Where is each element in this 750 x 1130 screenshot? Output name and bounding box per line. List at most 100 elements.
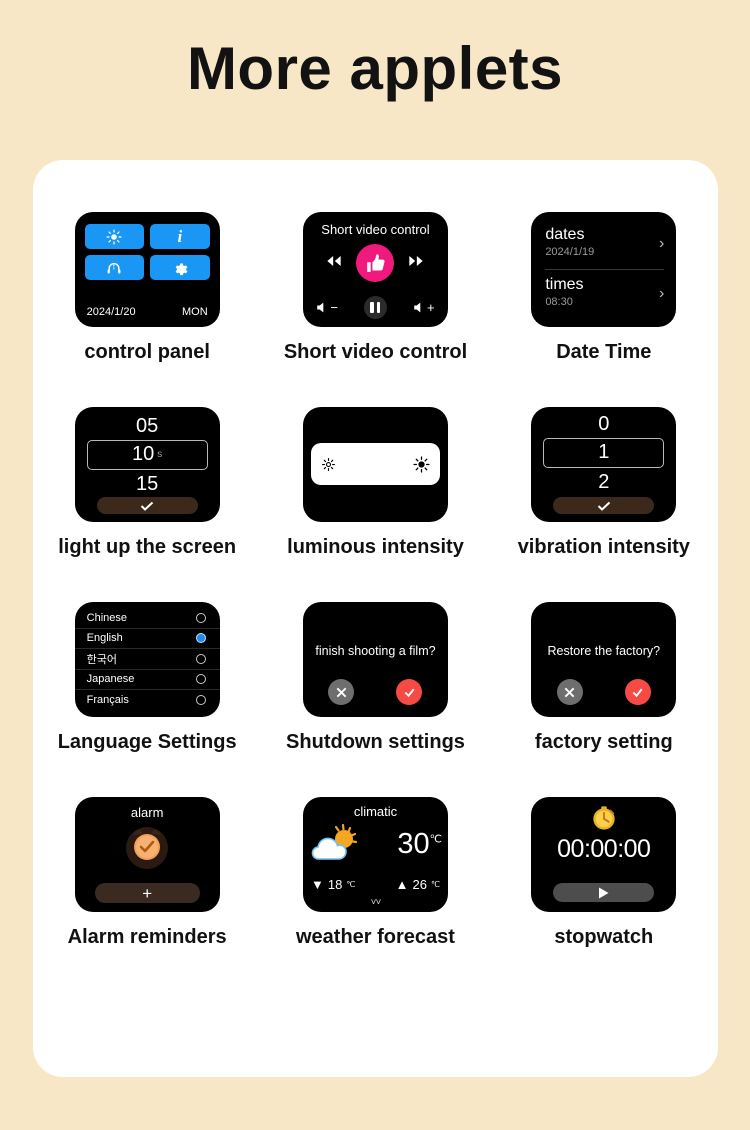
applet-shutdown-settings[interactable]: finish shooting a film? Shutdown setting… bbox=[261, 602, 489, 797]
applet-alarm-reminders[interactable]: alarm + Alarm reminders bbox=[33, 797, 261, 992]
confirm-button[interactable] bbox=[396, 679, 423, 705]
confirm-button[interactable] bbox=[96, 497, 198, 514]
short-video-bottom-controls: − + bbox=[303, 296, 448, 319]
picker-unit: s bbox=[157, 449, 163, 461]
duration-picker[interactable]: 05 10 s 15 bbox=[75, 407, 220, 522]
factory-actions bbox=[531, 679, 676, 705]
check-icon bbox=[597, 501, 610, 511]
shutdown-settings-screen[interactable]: finish shooting a film? bbox=[302, 602, 448, 717]
weather-low-value: 18 bbox=[327, 877, 343, 892]
applet-stopwatch[interactable]: 00:00:00 stopwatch bbox=[490, 797, 718, 992]
applet-vibration-intensity[interactable]: 0 1 2 vibration intensity bbox=[490, 407, 718, 602]
brightness-low-icon bbox=[321, 457, 335, 471]
control-panel-date: 2024/1/20 bbox=[86, 306, 136, 318]
chevron-right-icon: › bbox=[658, 235, 665, 252]
factory-setting-screen[interactable]: Restore the factory? bbox=[531, 602, 677, 717]
language-option-chinese[interactable]: Chinese bbox=[74, 608, 220, 629]
stopwatch-screen[interactable]: 00:00:00 bbox=[531, 797, 677, 912]
weather-screen[interactable]: climatic 30℃ ▼ 18 ℃ ▲ 26 ℃ ˅˅ bbox=[302, 797, 448, 912]
close-icon bbox=[336, 687, 347, 697]
weather-range: ▼ 18 ℃ ▲ 26 ℃ bbox=[311, 877, 440, 892]
applet-caption: control panel bbox=[84, 341, 210, 363]
applet-factory-setting[interactable]: Restore the factory? factory setting bbox=[490, 602, 718, 797]
language-option-french[interactable]: Français bbox=[75, 690, 220, 711]
control-panel-footer: 2024/1/20 MON bbox=[87, 306, 208, 318]
weather-current-temp: 30℃ bbox=[397, 828, 442, 861]
bluetooth-headphones-icon[interactable] bbox=[84, 255, 145, 280]
confirm-button[interactable] bbox=[624, 679, 651, 705]
short-video-screen[interactable]: Short video control − + bbox=[302, 212, 448, 327]
language-option-korean[interactable]: 한국어 bbox=[74, 649, 220, 670]
radio-icon[interactable] bbox=[195, 674, 206, 685]
weather-high: ▲ 26 ℃ bbox=[395, 877, 440, 892]
applet-control-panel[interactable]: i 2024/1/20 MON control panel bbox=[33, 212, 261, 407]
stopwatch-start-button[interactable] bbox=[553, 883, 655, 902]
applet-caption: weather forecast bbox=[296, 926, 455, 948]
cancel-button[interactable] bbox=[556, 679, 583, 705]
radio-icon-selected[interactable] bbox=[195, 633, 206, 644]
light-up-screen[interactable]: 05 10 s 15 bbox=[74, 407, 220, 522]
radio-icon[interactable] bbox=[195, 695, 206, 706]
info-glyph: i bbox=[177, 226, 183, 246]
control-panel-screen[interactable]: i 2024/1/20 MON bbox=[74, 212, 220, 327]
date-time-screen[interactable]: dates 2024/1/19 › times 08:30 › bbox=[531, 212, 677, 327]
date-time-row-times[interactable]: times 08:30 › bbox=[545, 276, 666, 308]
picker-option[interactable]: 05 bbox=[75, 415, 220, 438]
vibration-picker[interactable]: 0 1 2 bbox=[531, 407, 676, 522]
weather-title: climatic bbox=[353, 804, 398, 819]
radio-icon[interactable] bbox=[195, 653, 206, 664]
close-icon bbox=[564, 687, 575, 697]
language-option-japanese[interactable]: Japanese bbox=[74, 670, 220, 690]
cancel-button[interactable] bbox=[328, 679, 355, 705]
applet-caption: factory setting bbox=[534, 731, 673, 753]
volume-up-icon[interactable]: + bbox=[413, 300, 435, 315]
applet-caption: Language Settings bbox=[57, 731, 237, 753]
chevron-double-down-icon[interactable]: ˅˅ bbox=[303, 897, 448, 908]
check-icon bbox=[140, 501, 154, 511]
applet-short-video-control[interactable]: Short video control − + Short video cont… bbox=[261, 212, 489, 407]
weather-temp-value: 30 bbox=[397, 827, 430, 860]
fast-forward-icon[interactable] bbox=[406, 254, 426, 273]
picker-selected-value: 1 bbox=[598, 441, 610, 463]
pause-icon[interactable] bbox=[363, 296, 387, 319]
vibration-intensity-screen[interactable]: 0 1 2 bbox=[531, 407, 677, 522]
add-alarm-button[interactable]: + bbox=[94, 883, 200, 903]
language-option-english[interactable]: English bbox=[74, 629, 220, 649]
confirm-button[interactable] bbox=[553, 497, 655, 514]
alarm-screen[interactable]: alarm + bbox=[74, 797, 220, 912]
chevron-right-icon: › bbox=[658, 285, 665, 302]
applet-date-time[interactable]: dates 2024/1/19 › times 08:30 › Date Tim… bbox=[490, 212, 718, 407]
date-time-value: 08:30 bbox=[545, 296, 573, 308]
applet-caption: vibration intensity bbox=[517, 536, 690, 558]
picker-option-selected[interactable]: 1 bbox=[531, 441, 676, 464]
language-label: Chinese bbox=[86, 611, 128, 624]
brightness-slider[interactable] bbox=[310, 443, 440, 485]
stopwatch-time: 00:00:00 bbox=[557, 835, 651, 863]
luminous-intensity-screen[interactable] bbox=[302, 407, 448, 522]
rewind-icon[interactable] bbox=[324, 254, 344, 273]
picker-option-selected[interactable]: 10 s bbox=[75, 443, 220, 466]
volume-down-icon[interactable]: − bbox=[316, 300, 338, 315]
brightness-icon[interactable] bbox=[84, 224, 145, 249]
applet-light-up-screen[interactable]: 05 10 s 15 light up the screen bbox=[33, 407, 261, 602]
radio-icon[interactable] bbox=[195, 612, 206, 623]
date-time-value: 2024/1/19 bbox=[545, 246, 595, 258]
info-icon[interactable]: i bbox=[150, 224, 210, 249]
picker-option[interactable]: 15 bbox=[75, 473, 220, 496]
picker-option[interactable]: 0 bbox=[531, 413, 676, 436]
brightness-high-icon bbox=[413, 455, 430, 473]
alarm-title: alarm bbox=[130, 805, 164, 820]
applet-language-settings[interactable]: Chinese English 한국어 Japanese Français La… bbox=[33, 602, 261, 797]
applet-weather-forecast[interactable]: climatic 30℃ ▼ 18 ℃ ▲ 26 ℃ ˅˅ weather fo… bbox=[261, 797, 489, 992]
language-settings-screen[interactable]: Chinese English 한국어 Japanese Français bbox=[74, 602, 220, 717]
applets-grid: i 2024/1/20 MON control panel Short vide… bbox=[33, 212, 718, 992]
thumbs-up-icon[interactable] bbox=[356, 244, 395, 282]
picker-option[interactable]: 2 bbox=[531, 471, 676, 494]
stopwatch-icon bbox=[593, 806, 615, 830]
gear-icon[interactable] bbox=[150, 255, 210, 280]
date-time-row-dates[interactable]: dates 2024/1/19 › bbox=[545, 226, 666, 258]
applets-card: i 2024/1/20 MON control panel Short vide… bbox=[33, 160, 718, 1077]
weather-high-unit: ℃ bbox=[431, 880, 440, 889]
control-panel-weekday: MON bbox=[181, 306, 208, 318]
applet-luminous-intensity[interactable]: luminous intensity bbox=[261, 407, 489, 602]
